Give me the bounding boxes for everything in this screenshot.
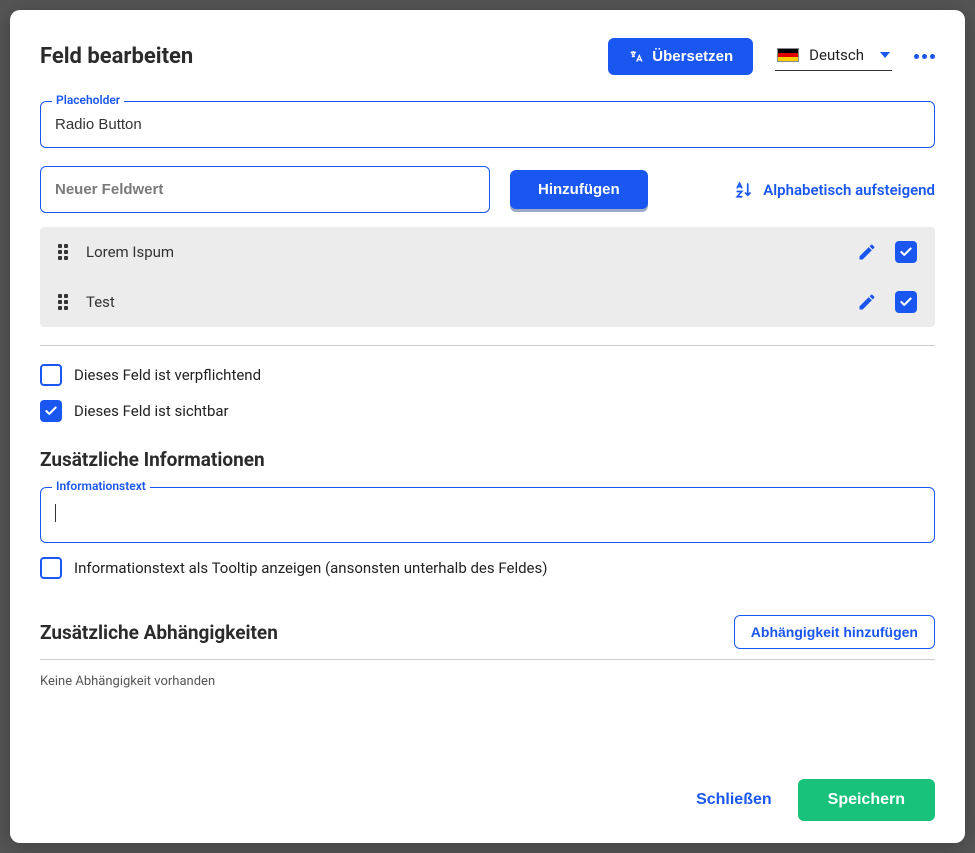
pencil-icon[interactable]: [857, 292, 877, 312]
language-select[interactable]: Deutsch: [775, 42, 892, 71]
visible-label: Dieses Feld ist sichtbar: [74, 402, 229, 420]
info-text-label: Informationstext: [52, 479, 150, 493]
tooltip-label: Informationstext als Tooltip anzeigen (a…: [74, 559, 547, 577]
item-checkbox[interactable]: [895, 241, 917, 263]
drag-handle-icon[interactable]: [58, 244, 68, 260]
dialog-header: Feld bearbeiten Übersetzen Deutsch: [40, 38, 935, 75]
translate-button[interactable]: Übersetzen: [608, 38, 753, 75]
info-text-input[interactable]: [40, 487, 935, 543]
placeholder-field: Placeholder: [40, 101, 935, 148]
item-label: Lorem Ispum: [86, 243, 839, 261]
translate-icon: [628, 49, 644, 65]
add-dependency-button[interactable]: Abhängigkeit hinzufügen: [734, 615, 935, 649]
placeholder-label: Placeholder: [52, 93, 124, 107]
divider: [40, 345, 935, 346]
save-button[interactable]: Speichern: [798, 779, 935, 821]
dialog-footer: Schließen Speichern: [40, 751, 935, 821]
values-list: Lorem Ispum Test: [40, 227, 935, 327]
more-menu-button[interactable]: [914, 54, 935, 59]
flag-germany-icon: [777, 48, 799, 62]
add-value-button[interactable]: Hinzufügen: [510, 170, 648, 209]
no-dependency-text: Keine Abhängigkeit vorhanden: [40, 674, 935, 689]
language-label: Deutsch: [809, 46, 864, 64]
info-section-title: Zusätzliche Informationen: [40, 448, 935, 471]
sort-az-icon: [735, 181, 753, 199]
pencil-icon[interactable]: [857, 242, 877, 262]
close-button[interactable]: Schließen: [696, 791, 772, 809]
required-checkbox[interactable]: [40, 364, 62, 386]
required-checkbox-row: Dieses Feld ist verpflichtend: [40, 364, 935, 386]
placeholder-input[interactable]: [40, 101, 935, 148]
item-label: Test: [86, 293, 839, 311]
item-checkbox[interactable]: [895, 291, 917, 313]
chevron-down-icon: [880, 52, 890, 58]
dependencies-title: Zusätzliche Abhängigkeiten: [40, 621, 278, 644]
required-label: Dieses Feld ist verpflichtend: [74, 366, 261, 384]
drag-handle-icon[interactable]: [58, 294, 68, 310]
visible-checkbox-row: Dieses Feld ist sichtbar: [40, 400, 935, 422]
list-item: Lorem Ispum: [40, 227, 935, 277]
info-text-field: Informationstext: [40, 487, 935, 543]
tooltip-checkbox[interactable]: [40, 557, 62, 579]
tooltip-checkbox-row: Informationstext als Tooltip anzeigen (a…: [40, 557, 935, 579]
sort-asc-button[interactable]: Alphabetisch aufsteigend: [735, 181, 935, 199]
dialog-title: Feld bearbeiten: [40, 44, 193, 69]
edit-field-dialog: Feld bearbeiten Übersetzen Deutsch Place…: [10, 10, 965, 843]
list-item: Test: [40, 277, 935, 327]
new-value-input[interactable]: [40, 166, 490, 213]
dependencies-header: Zusätzliche Abhängigkeiten Abhängigkeit …: [40, 615, 935, 660]
visible-checkbox[interactable]: [40, 400, 62, 422]
